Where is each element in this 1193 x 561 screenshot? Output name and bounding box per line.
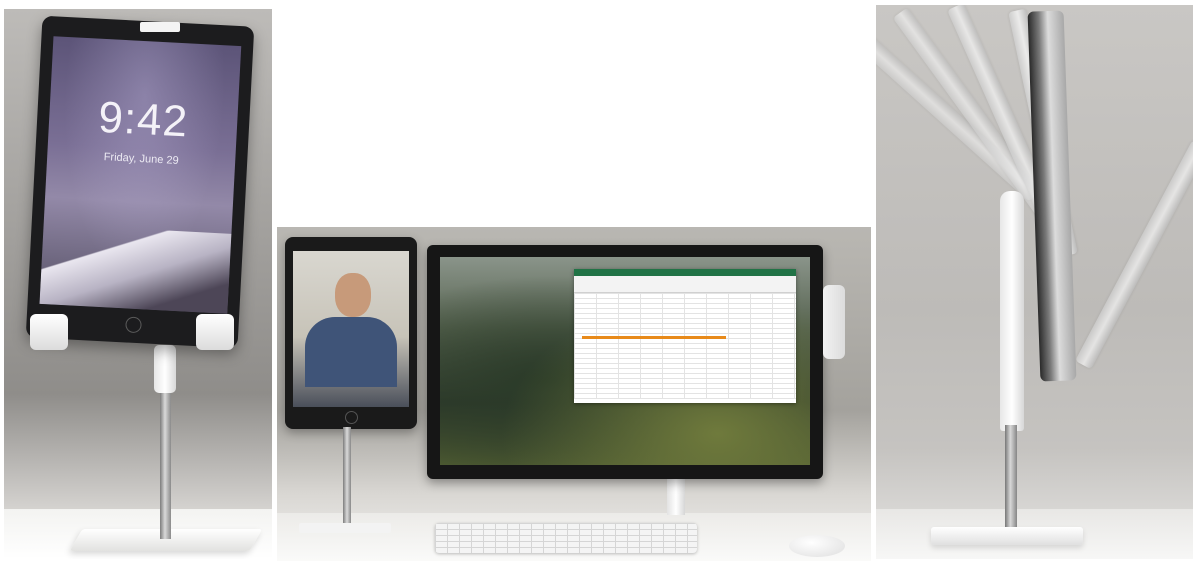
- holder-clip-right: [196, 314, 234, 350]
- tablet-video-call: [285, 237, 417, 429]
- stand-collar: [154, 345, 176, 393]
- monitor-side-clamp: [823, 285, 845, 359]
- lock-screen-time: 9:42: [97, 92, 190, 147]
- keyboard: [435, 523, 697, 553]
- tablet-rotation-photo: [876, 5, 1193, 559]
- mouse: [789, 535, 845, 557]
- desk-setup-photo: [277, 227, 871, 561]
- tablet-screen: [293, 251, 409, 407]
- home-button: [125, 316, 142, 334]
- home-button: [345, 411, 358, 424]
- tablet-ghost-5: [1075, 140, 1193, 370]
- spreadsheet-grid: [574, 293, 796, 399]
- holder-clip-left: [30, 314, 68, 350]
- monitor-display: [440, 257, 810, 465]
- tablet-stand-base: [299, 523, 391, 533]
- spreadsheet-titlebar: [574, 269, 796, 276]
- stand-pole: [1005, 425, 1017, 535]
- spreadsheet-window: [574, 269, 796, 403]
- spreadsheet-highlight-row: [582, 336, 726, 339]
- monitor: [427, 245, 823, 479]
- lock-screen-date: Friday, June 29: [103, 151, 179, 167]
- monitor-stand-arm: [667, 479, 685, 515]
- tablet-stand-pole: [343, 427, 351, 527]
- stand-upright: [1000, 191, 1024, 431]
- holder-clip-top: [140, 22, 180, 32]
- lock-screen: 9:42 Friday, June 29: [39, 36, 242, 314]
- tablet-stand-photo-left: 9:42 Friday, June 29: [4, 9, 272, 559]
- spreadsheet-ribbon: [574, 276, 796, 293]
- stand-pole: [160, 389, 171, 539]
- tablet-device: 9:42 Friday, June 29: [25, 15, 255, 349]
- wallpaper-mountain: [39, 224, 232, 314]
- person-body: [305, 317, 397, 387]
- stand-base: [931, 527, 1083, 545]
- person-head: [335, 273, 371, 317]
- tablet-upright: [1027, 10, 1077, 382]
